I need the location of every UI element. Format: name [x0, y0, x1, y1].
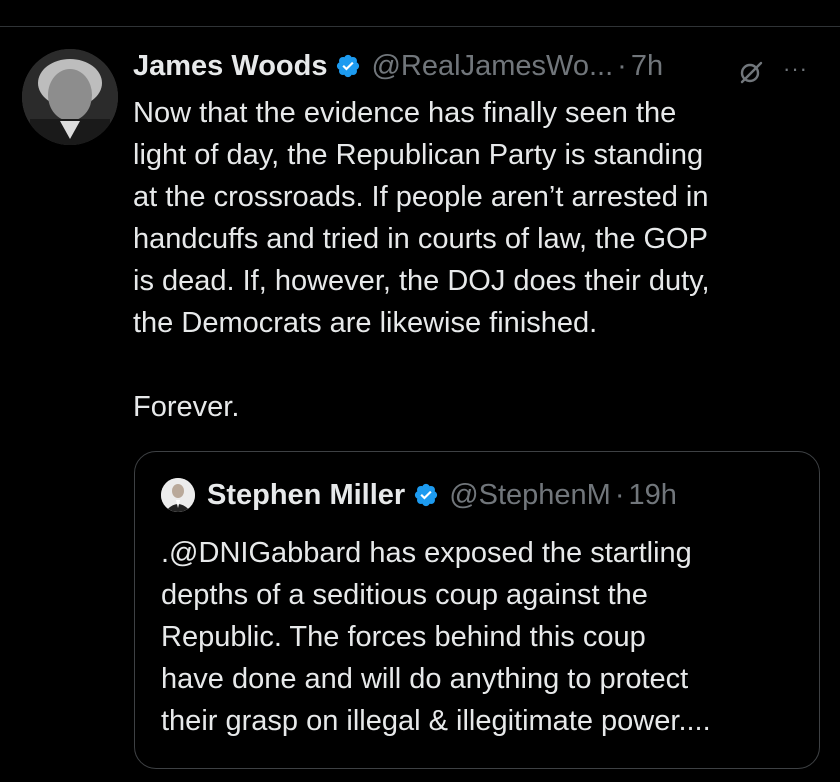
quote-separator: ·: [614, 478, 625, 511]
avatar[interactable]: [22, 49, 118, 145]
quote-tweet-card[interactable]: Stephen Miller @StephenM · 19h .@DNIGabb…: [134, 451, 820, 769]
tweet-text: Now that the evidence has finally seen t…: [133, 97, 710, 423]
quote-header: Stephen Miller @StephenM · 19h: [161, 478, 677, 512]
grok-icon[interactable]: [736, 57, 766, 87]
verified-badge-icon: [413, 482, 439, 508]
tweet-page: James Woods @RealJamesWo... · 7h ··· Now…: [0, 0, 840, 782]
quote-avatar[interactable]: [161, 478, 195, 512]
tweet[interactable]: James Woods @RealJamesWo... · 7h ··· Now…: [133, 44, 833, 428]
quote-handle[interactable]: @StephenM: [449, 479, 611, 512]
display-name[interactable]: James Woods: [133, 50, 327, 83]
timestamp[interactable]: 7h: [631, 50, 663, 83]
quote-display-name[interactable]: Stephen Miller: [207, 479, 405, 512]
more-icon[interactable]: ···: [783, 56, 808, 82]
handle[interactable]: @RealJamesWo...: [371, 50, 613, 83]
verified-badge-icon: [335, 53, 361, 79]
separator: ·: [617, 49, 627, 82]
top-divider: [0, 26, 840, 27]
tweet-header: James Woods @RealJamesWo... · 7h: [133, 44, 833, 88]
quote-timestamp[interactable]: 19h: [629, 479, 677, 512]
quote-text: .@DNIGabbard has exposed the startling d…: [161, 537, 711, 737]
